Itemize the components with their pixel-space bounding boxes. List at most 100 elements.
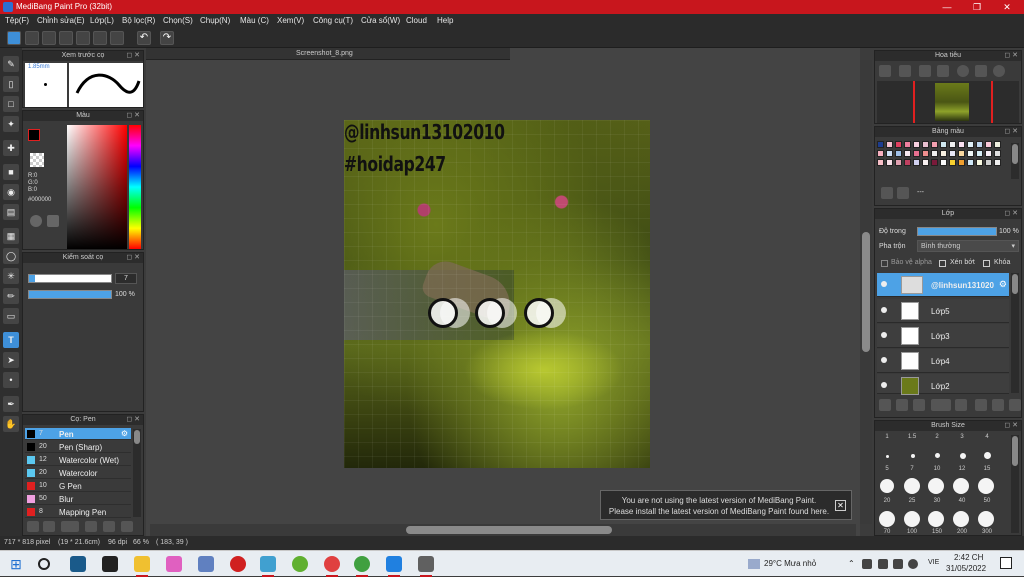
- new-layer-icon[interactable]: [879, 399, 891, 411]
- layer-row[interactable]: @linhsun131020 ⚙: [877, 273, 1009, 297]
- menu-capture[interactable]: Chụp(N): [200, 16, 230, 25]
- hue-slider[interactable]: [129, 125, 141, 249]
- medibang-icon[interactable]: [260, 556, 276, 577]
- windows-start-icon[interactable]: ⊞: [8, 556, 24, 572]
- brush-menu-icon[interactable]: [61, 521, 79, 532]
- primary-color-swatch[interactable]: [28, 129, 40, 141]
- zalo-icon[interactable]: [386, 556, 402, 577]
- close-icon[interactable]: ✕: [835, 500, 846, 511]
- layer-row[interactable]: Lớp2: [877, 374, 1009, 395]
- brush-size-grid[interactable]: 1 1.5 2 3 4 5 7 10 12 15 20 25 30 40 50 …: [875, 433, 1015, 537]
- page-icon[interactable]: [59, 31, 73, 45]
- brush-list-scrollbar[interactable]: [133, 429, 141, 517]
- undo-icon[interactable]: ↶: [137, 31, 151, 45]
- eye-icon[interactable]: [881, 357, 887, 363]
- layer-row[interactable]: Lớp5: [877, 299, 1009, 323]
- brush-size-option[interactable]: 12: [950, 466, 974, 472]
- reset-icon[interactable]: [975, 65, 987, 77]
- menu-layer[interactable]: Lớp(L): [90, 16, 114, 25]
- chrome-icon-2[interactable]: [354, 556, 370, 577]
- brush-size-option[interactable]: 15: [975, 466, 999, 472]
- brush-size-slider[interactable]: [28, 274, 112, 283]
- brush-size-option[interactable]: 10: [925, 466, 949, 472]
- battery-icon[interactable]: [893, 559, 903, 569]
- weather-text[interactable]: 29°C Mưa nhỏ: [764, 559, 816, 568]
- menu-tools[interactable]: Công cụ(T): [313, 16, 353, 25]
- transparent-swatch[interactable]: [30, 153, 44, 167]
- gradient-icon[interactable]: ▤: [3, 204, 19, 220]
- folder-icon[interactable]: [103, 521, 115, 532]
- calculator-icon[interactable]: [418, 556, 434, 577]
- weather-icon[interactable]: [748, 559, 760, 569]
- menu-color[interactable]: Màu (C): [240, 16, 269, 25]
- menu-filter[interactable]: Bộ lọc(R): [122, 16, 155, 25]
- duplicate-layer-icon[interactable]: [975, 399, 987, 411]
- bucket-icon[interactable]: ◉: [3, 184, 19, 200]
- app-icon-1[interactable]: [70, 556, 86, 572]
- layers-scrollbar[interactable]: [1011, 273, 1019, 393]
- new-8bit-layer-icon[interactable]: [913, 399, 925, 411]
- language-indicator[interactable]: VIE: [928, 559, 939, 566]
- merge-layer-icon[interactable]: [992, 399, 1004, 411]
- dropper-icon[interactable]: •: [3, 372, 19, 388]
- canvas-text-username[interactable]: @linhsun13102010: [344, 120, 505, 144]
- layer-settings-icon[interactable]: [1009, 399, 1021, 411]
- file-explorer-icon[interactable]: [134, 556, 150, 577]
- brush-item[interactable]: 20 Watercolor: [25, 467, 131, 479]
- fill-rect-icon[interactable]: ■: [3, 164, 19, 180]
- layer-row[interactable]: Lớp4: [877, 349, 1009, 373]
- brush-item[interactable]: 8 Mapping Pen: [25, 506, 131, 518]
- lock-checkbox[interactable]: [983, 260, 990, 267]
- brush-opacity-slider[interactable]: [28, 290, 112, 299]
- brush-size-option[interactable]: 150: [925, 529, 949, 535]
- brush-size-option[interactable]: 20: [875, 498, 899, 504]
- maximize-button[interactable]: ❐: [962, 0, 992, 14]
- select-pen-icon[interactable]: ✏: [3, 288, 19, 304]
- brush-settings-icon[interactable]: [85, 521, 97, 532]
- brush-size-option[interactable]: 3: [950, 434, 974, 440]
- grid-icon[interactable]: [110, 31, 124, 45]
- zoom-out-icon[interactable]: [899, 65, 911, 77]
- menu-window[interactable]: Cửa sổ(W): [361, 16, 400, 25]
- brush-tool-icon[interactable]: ✎: [3, 56, 19, 72]
- camera-icon[interactable]: [198, 556, 214, 572]
- brush-size-option[interactable]: 7: [900, 466, 924, 472]
- fit-icon[interactable]: [919, 65, 931, 77]
- brush-size-option[interactable]: 50: [975, 498, 999, 504]
- cloud-icon[interactable]: [7, 31, 21, 45]
- canvas-text-hashtag[interactable]: #hoidap247: [344, 152, 446, 176]
- notification-icon[interactable]: [1000, 557, 1012, 569]
- new-palette-icon[interactable]: [881, 187, 893, 199]
- brush-size-option[interactable]: 100: [900, 529, 924, 535]
- delete-brush-icon[interactable]: [43, 521, 55, 532]
- layer-row[interactable]: Lớp3: [877, 324, 1009, 348]
- add-brush-icon[interactable]: [27, 521, 39, 532]
- app-icon-2[interactable]: [102, 556, 118, 572]
- brush-item[interactable]: 12 Watercolor (Wet): [25, 454, 131, 466]
- color-picker-icon[interactable]: [47, 215, 59, 227]
- clip-checkbox[interactable]: [939, 260, 946, 267]
- eye-icon[interactable]: [881, 281, 887, 287]
- brush-size-scrollbar[interactable]: [1011, 435, 1019, 533]
- clock-date[interactable]: 31/05/2022: [946, 564, 986, 573]
- eye-icon[interactable]: [881, 382, 887, 388]
- brush-size-option[interactable]: 25: [900, 498, 924, 504]
- brush-size-option[interactable]: 1: [875, 434, 899, 440]
- menu-view[interactable]: Xem(V): [277, 16, 304, 25]
- hand-icon[interactable]: ✋: [3, 416, 19, 432]
- update-notice[interactable]: You are not using the latest version of …: [600, 490, 852, 520]
- copy-icon[interactable]: [121, 521, 133, 532]
- horizontal-scrollbar[interactable]: [150, 524, 856, 536]
- menu-file[interactable]: Tệp(F): [5, 16, 29, 25]
- layer-opacity-slider[interactable]: [917, 227, 997, 236]
- brush-size-option[interactable]: 40: [950, 498, 974, 504]
- rotate-left-icon[interactable]: [957, 65, 969, 77]
- lasso-icon[interactable]: ◯: [3, 248, 19, 264]
- brush-size-option[interactable]: 4: [975, 434, 999, 440]
- palette-icon[interactable]: [30, 215, 42, 227]
- clock-time[interactable]: 2:42 CH: [954, 553, 983, 562]
- chevron-up-icon[interactable]: ⌃: [848, 559, 855, 568]
- operation-icon[interactable]: ➤: [3, 352, 19, 368]
- marquee-icon[interactable]: ▦: [3, 228, 19, 244]
- gear-icon[interactable]: ⚙: [121, 429, 128, 438]
